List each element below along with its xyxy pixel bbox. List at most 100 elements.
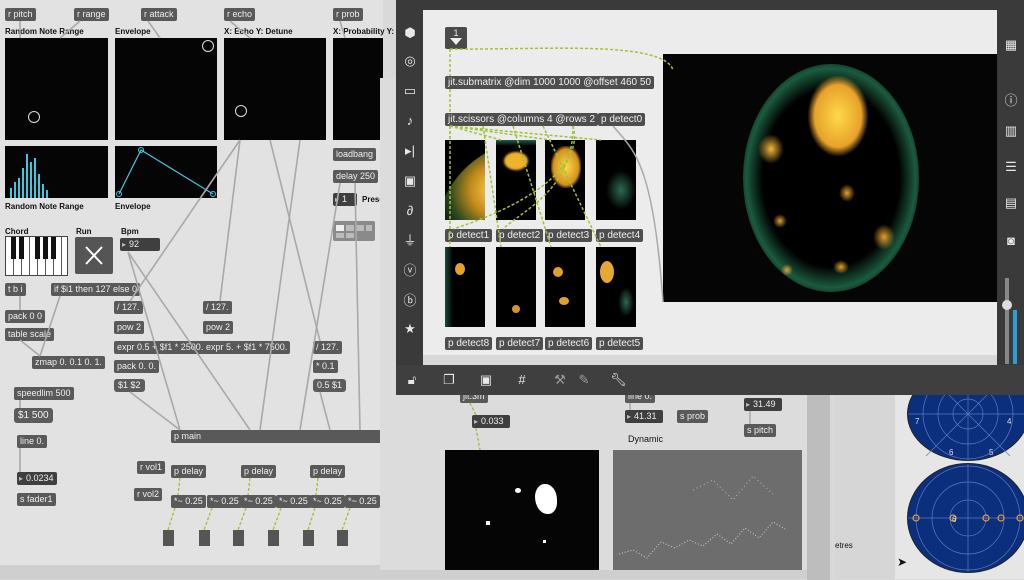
polar-display-2[interactable] xyxy=(907,463,1024,573)
outlet-box[interactable] xyxy=(268,530,279,546)
note-icon[interactable]: ♪ xyxy=(402,114,418,128)
bpm-number[interactable]: 92 xyxy=(120,238,160,251)
receive-range[interactable]: r range xyxy=(74,8,109,21)
outlet-box[interactable] xyxy=(303,530,314,546)
level-slider[interactable] xyxy=(1002,278,1012,364)
run-toggle[interactable] xyxy=(75,237,113,274)
obj-expr-2[interactable]: expr 5. + $f1 * 7500. xyxy=(203,341,291,354)
obj-mult01[interactable]: * 0.1 xyxy=(313,360,338,373)
obj-if[interactable]: if $i1 then 127 else 0 xyxy=(51,283,141,296)
camera-icon[interactable]: ◙ xyxy=(1003,234,1019,248)
receive-pitch[interactable]: r pitch xyxy=(5,8,36,21)
obj-delay250[interactable]: delay 250 xyxy=(333,170,379,183)
obj-p-delay-1[interactable]: p delay xyxy=(171,465,207,478)
hammer-icon[interactable]: ⚒ xyxy=(552,373,568,387)
image-icon[interactable]: ▣ xyxy=(402,174,418,188)
obj-gain-1[interactable]: *~ 0.25 xyxy=(171,495,206,508)
obj-detect1[interactable]: p detect1 xyxy=(445,229,493,242)
probability-pad[interactable] xyxy=(333,38,383,140)
obj-div127-a[interactable]: / 127. xyxy=(114,301,143,314)
envelope-pad[interactable] xyxy=(115,38,217,140)
obj-line0[interactable]: line 0. xyxy=(17,435,48,448)
obj-jit-submatrix[interactable]: jit.submatrix @dim 1000 1000 @offset 460… xyxy=(445,76,655,89)
pad-knob[interactable] xyxy=(28,111,40,123)
obj-detect4[interactable]: p detect4 xyxy=(596,229,644,242)
paperclip-icon[interactable]: ∂ xyxy=(402,204,418,218)
wrench-icon[interactable]: 🔧︎ xyxy=(610,373,627,387)
obj-pow2-b[interactable]: pow 2 xyxy=(203,321,234,334)
receive-attack[interactable]: r attack xyxy=(141,8,177,21)
book-icon[interactable]: ▥ xyxy=(1003,124,1019,138)
v-icon[interactable]: ⓥ xyxy=(402,264,418,278)
msg-1500[interactable]: $1 500 xyxy=(14,408,53,423)
obj-zmap[interactable]: zmap 0. 0.1 0. 1. xyxy=(32,356,106,369)
obj-gain-5[interactable]: *~ 0.25 xyxy=(310,495,345,508)
b-icon[interactable]: ⓑ xyxy=(402,294,418,308)
debug-icon[interactable]: ✎ xyxy=(576,373,592,387)
reference-icon[interactable]: ▤ xyxy=(1003,196,1019,210)
obj-detect8[interactable]: p detect8 xyxy=(445,337,493,350)
obj-gain-6[interactable]: *~ 0.25 xyxy=(345,495,380,508)
pad-knob[interactable] xyxy=(202,40,214,52)
toggle-button[interactable]: 1 xyxy=(445,27,467,49)
obj-pow2-a[interactable]: pow 2 xyxy=(114,321,145,334)
canvas-scrollbar[interactable] xyxy=(423,355,997,365)
presentation-icon[interactable]: ▣ xyxy=(478,373,494,387)
obj-table-scale[interactable]: table scale xyxy=(5,328,55,341)
obj-r-vol2[interactable]: r vol2 xyxy=(134,488,163,501)
num-3149[interactable]: 31.49 xyxy=(744,398,782,411)
obj-detect3[interactable]: p detect3 xyxy=(545,229,593,242)
outlet-box[interactable] xyxy=(233,530,244,546)
star-icon[interactable]: ★ xyxy=(402,322,418,336)
middle-scrollbar[interactable] xyxy=(380,570,830,579)
obj-div127-c[interactable]: / 127. xyxy=(313,341,342,354)
num-4131[interactable]: 41.31 xyxy=(625,410,663,423)
preset-grid[interactable] xyxy=(333,221,375,241)
obj-loadbang[interactable]: loadbang xyxy=(333,148,377,161)
obj-pack00[interactable]: pack 0 0 xyxy=(5,310,46,323)
obj-detect2[interactable]: p detect2 xyxy=(496,229,544,242)
pad-knob[interactable] xyxy=(235,105,247,117)
chord-keyboard[interactable] xyxy=(5,236,68,276)
plug-icon[interactable]: ⏚ xyxy=(402,234,418,248)
info-icon[interactable]: ⓘ xyxy=(1003,94,1019,108)
obj-p-main[interactable]: p main xyxy=(171,430,383,443)
msg-1-2[interactable]: $1 $2 xyxy=(114,379,145,392)
circle-icon[interactable]: ◎ xyxy=(402,54,418,68)
grid-icon[interactable]: ▦ xyxy=(1003,38,1019,52)
play-step-icon[interactable]: ▸| xyxy=(402,144,418,158)
obj-expr-1[interactable]: expr 0.5 + $f1 * 2500. xyxy=(114,341,207,354)
obj-gain-4[interactable]: *~ 0.25 xyxy=(276,495,311,508)
obj-gain-2[interactable]: *~ 0.25 xyxy=(207,495,242,508)
layers-icon[interactable]: ❐ xyxy=(441,373,457,387)
envelope-graph[interactable] xyxy=(115,146,217,198)
cube-icon[interactable]: ⬢ xyxy=(402,26,418,40)
obj-detect5[interactable]: p detect5 xyxy=(596,337,644,350)
obj-pack00-b[interactable]: pack 0. 0. xyxy=(114,360,160,373)
obj-gain-3[interactable]: *~ 0.25 xyxy=(241,495,276,508)
outlet-box[interactable] xyxy=(337,530,348,546)
obj-detect7[interactable]: p detect7 xyxy=(496,337,544,350)
random-note-range-pad[interactable] xyxy=(5,38,108,140)
msg-05[interactable]: 0.5 $1 xyxy=(313,379,347,392)
obj-detect0[interactable]: p detect0 xyxy=(598,113,646,126)
obj-p-delay-3[interactable]: p delay xyxy=(310,465,346,478)
obj-s-fader1[interactable]: s fader1 xyxy=(17,493,56,506)
outlet-box[interactable] xyxy=(163,530,174,546)
film-icon[interactable]: ▭ xyxy=(402,84,418,98)
lock-icon[interactable]: 🔓︎ xyxy=(404,373,420,387)
receive-echo[interactable]: r echo xyxy=(224,8,256,21)
obj-s-pitch[interactable]: s pitch xyxy=(744,424,777,437)
echo-detune-pad[interactable] xyxy=(224,38,326,140)
obj-p-delay-2[interactable]: p delay xyxy=(241,465,277,478)
note-histogram[interactable] xyxy=(5,146,108,198)
num-033[interactable]: 0.033 xyxy=(472,415,510,428)
obj-detect6[interactable]: p detect6 xyxy=(545,337,593,350)
receive-prob[interactable]: r prob xyxy=(333,8,363,21)
obj-s-prob[interactable]: s prob xyxy=(677,410,709,423)
list-icon[interactable]: ☰ xyxy=(1003,160,1019,174)
obj-speedlim[interactable]: speedlim 500 xyxy=(14,387,74,400)
preset-number[interactable]: 1 xyxy=(333,193,357,206)
obj-r-vol1[interactable]: r vol1 xyxy=(137,461,166,474)
grid-icon[interactable]: # xyxy=(514,373,530,387)
